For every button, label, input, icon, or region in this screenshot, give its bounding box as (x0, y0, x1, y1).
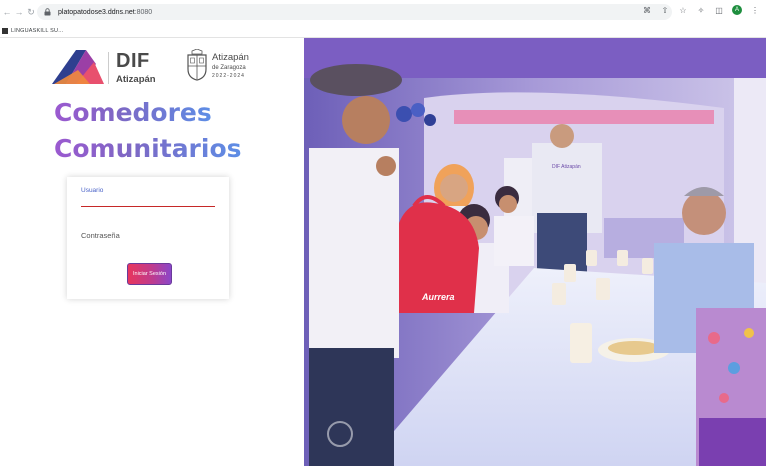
atizapan-name: Atizapán (212, 52, 249, 63)
bookmarks-bar: LINGUASKILL SU... (0, 24, 766, 38)
url-text: platopatodose3.ddns.net:8080 (58, 9, 152, 16)
url-port: :8080 (134, 8, 153, 16)
lock-icon[interactable] (44, 8, 52, 16)
browser-actions: ⌘ ⇧ ☆ ✧ ◫ A ⋮ (642, 4, 760, 16)
dif-title: DIF (116, 50, 150, 72)
translate-icon[interactable]: ⌘ (642, 4, 652, 16)
atizapan-logo: Atizapán de Zaragoza 2022-2024 (186, 49, 256, 85)
star-icon[interactable]: ☆ (678, 4, 688, 16)
profile-avatar[interactable]: A (732, 5, 742, 15)
page-title-line2: Comunitarios (54, 134, 242, 163)
page-title-line1: Comedores (54, 98, 212, 127)
login-card: Usuario Contraseña Iniciar Sesión (67, 177, 229, 299)
menu-icon[interactable]: ⋮ (750, 4, 760, 16)
browser-toolbar: ← → ↻ platopatodose3.ddns.net:8080 ⌘ ⇧ ☆… (0, 0, 766, 24)
back-icon[interactable]: ← (2, 6, 12, 18)
dif-logo: DIF Atizapán (50, 48, 160, 88)
dif-triangle-icon (52, 50, 104, 84)
reload-icon[interactable]: ↻ (26, 6, 36, 18)
username-input[interactable] (81, 206, 215, 207)
bag-text: Aurrera (421, 292, 455, 302)
hero-photo: DIF Atizapán Aurrera (304, 38, 766, 466)
sidepanel-icon[interactable]: ◫ (714, 4, 724, 16)
dif-subtitle: Atizapán (116, 74, 156, 85)
extensions-icon[interactable]: ✧ (696, 4, 706, 16)
address-bar[interactable]: platopatodose3.ddns.net:8080 (37, 4, 672, 20)
hero-photo-illustration: DIF Atizapán Aurrera (304, 38, 766, 466)
atizapan-sub: de Zaragoza (212, 65, 246, 71)
forward-icon[interactable]: → (14, 6, 24, 18)
login-button[interactable]: Iniciar Sesión (127, 263, 172, 285)
atizapan-years: 2022-2024 (212, 73, 245, 79)
login-panel: DIF Atizapán Atizapán de Zaragoza 2022-2… (0, 38, 304, 466)
username-label: Usuario (81, 187, 104, 194)
bookmark-label: LINGUASKILL SU... (11, 27, 64, 34)
share-icon[interactable]: ⇧ (660, 4, 670, 16)
shirt-logo-text: DIF Atizapán (552, 164, 581, 170)
logo-separator (108, 52, 109, 84)
page: DIF Atizapán Atizapán de Zaragoza 2022-2… (0, 38, 766, 466)
shield-icon (187, 49, 207, 81)
bookmark-icon (2, 27, 8, 34)
url-host: platopatodose3.ddns.net (58, 8, 135, 16)
bookmark-item[interactable]: LINGUASKILL SU... (2, 27, 64, 34)
password-field[interactable]: Contraseña (81, 231, 120, 240)
